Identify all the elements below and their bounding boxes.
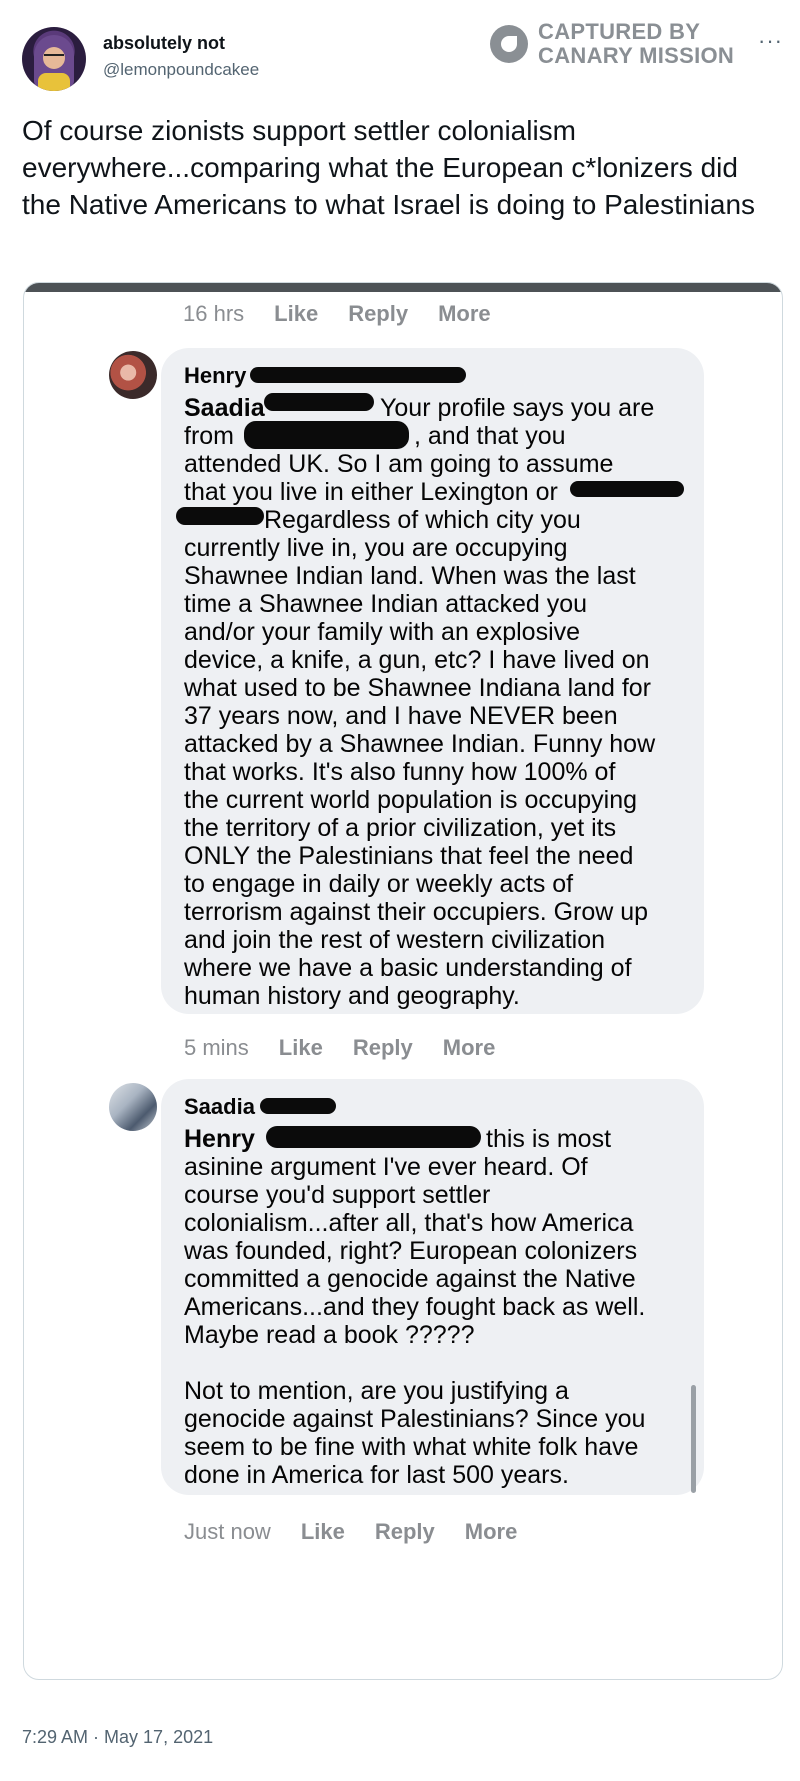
top-more-button[interactable]: More (438, 301, 491, 327)
henry-reply-button[interactable]: Reply (353, 1035, 413, 1061)
redaction-bar (264, 393, 374, 411)
more-dots-icon[interactable]: ··· (758, 28, 783, 54)
henry-line-17: ONLY the Palestinians that feel the need (184, 842, 634, 870)
henry-avatar[interactable] (109, 351, 157, 399)
saadia-like-button[interactable]: Like (301, 1519, 345, 1545)
watermark-text: CAPTURED BY CANARY MISSION (538, 20, 734, 68)
redaction-bar (266, 1126, 481, 1148)
saadia-more-button[interactable]: More (465, 1519, 518, 1545)
saadia-line-3: course you'd support settler (184, 1181, 491, 1209)
henry-line-13: attacked by a Shawnee Indian. Funny how (184, 730, 656, 758)
saadia-line-1-text: this is most (486, 1125, 612, 1153)
embedded-screenshot[interactable]: 16 hrs Like Reply More Henry Saadia Your… (23, 282, 783, 1680)
avatar-shirt (38, 73, 70, 91)
saadia-line-7: Americans...and they fought back as well… (184, 1293, 646, 1321)
saadia-comment-actions: Just now Like Reply More (184, 1519, 517, 1545)
watermark-line-1: CAPTURED BY (538, 19, 701, 44)
henry-line-10: device, a knife, a gun, etc? I have live… (184, 646, 650, 674)
henry-comment-actions: 5 mins Like Reply More (184, 1035, 495, 1061)
henry-line-4: that you live in either Lexington or (184, 478, 558, 506)
scrollbar-thumb[interactable] (691, 1385, 696, 1493)
henry-line-9: and/or your family with an explosive (184, 618, 581, 646)
henry-mention[interactable]: Saadia (184, 394, 265, 422)
saadia-line-5: was founded, right? European colonizers (184, 1237, 638, 1265)
redaction-bar (250, 367, 466, 383)
saadia-line-9: Not to mention, are you justifying a (184, 1377, 569, 1405)
henry-line-16: the territory of a prior civilization, y… (184, 814, 617, 842)
henry-line-7: Shawnee Indian land. When was the last (184, 562, 636, 590)
saadia-reply-button[interactable]: Reply (375, 1519, 435, 1545)
saadia-line-12: done in America for last 500 years. (184, 1461, 569, 1489)
henry-more-button[interactable]: More (443, 1035, 496, 1061)
henry-like-button[interactable]: Like (279, 1035, 323, 1061)
saadia-line-4: colonialism...after all, that's how Amer… (184, 1209, 634, 1237)
henry-line-2: from (184, 422, 234, 450)
author-handle[interactable]: @lemonpoundcakee (103, 60, 259, 80)
henry-line-1: Saadia (184, 393, 265, 424)
saadia-line-2: asinine argument I've ever heard. Of (184, 1153, 588, 1181)
henry-comment-time: 5 mins (184, 1035, 249, 1060)
henry-line-15: the current world population is occupyin… (184, 786, 638, 814)
saadia-comment-time: Just now (184, 1519, 271, 1544)
henry-line-19: terrorism against their occupiers. Grow … (184, 898, 649, 926)
henry-line-3: attended UK. So I am going to assume (184, 450, 614, 478)
henry-line-11: what used to be Shawnee Indiana land for (184, 674, 652, 702)
top-time: 16 hrs (183, 301, 245, 326)
saadia-line-6: committed a genocide against the Native (184, 1265, 636, 1293)
henry-line-14: that works. It's also funny how 100% of (184, 758, 616, 786)
canary-mission-watermark: CAPTURED BY CANARY MISSION (490, 20, 734, 68)
canary-bird-icon (490, 25, 528, 63)
saadia-line-10: genocide against Palestinians? Since you (184, 1405, 646, 1433)
henry-comment-author[interactable]: Henry (184, 363, 246, 389)
avatar-glasses (44, 54, 64, 59)
henry-line-8: time a Shawnee Indian attacked you (184, 590, 588, 618)
redaction-bar (244, 421, 409, 449)
top-actions: 16 hrs Like Reply More (183, 301, 491, 327)
henry-line-5: Regardless of which city you (264, 506, 581, 534)
saadia-mention[interactable]: Henry (184, 1125, 255, 1153)
saadia-line-11: seem to be fine with what white folk hav… (184, 1433, 639, 1461)
redaction-bar (176, 507, 264, 525)
top-reply-button[interactable]: Reply (348, 301, 408, 327)
saadia-avatar[interactable] (109, 1083, 157, 1131)
henry-line-6: currently live in, you are occupying (184, 534, 568, 562)
henry-line-12: 37 years now, and I have NEVER been (184, 702, 618, 730)
henry-line-20: and join the rest of western civilizatio… (184, 926, 606, 954)
henry-line-2-text: , and that you (414, 422, 566, 450)
henry-line-21: where we have a basic understanding of (184, 954, 632, 982)
top-like-button[interactable]: Like (274, 301, 318, 327)
henry-line-22: human history and geography. (184, 982, 520, 1010)
screenshot-top-bar (24, 283, 782, 292)
saadia-line-1: Henry (184, 1124, 255, 1155)
tweet-timestamp[interactable]: 7:29 AM · May 17, 2021 (22, 1727, 213, 1748)
redaction-bar (260, 1098, 336, 1114)
henry-line-18: to engage in daily or weekly acts of (184, 870, 574, 898)
watermark-line-2: CANARY MISSION (538, 43, 735, 68)
redaction-bar (570, 481, 684, 497)
author-display-name[interactable]: absolutely not (103, 33, 225, 54)
saadia-line-8: Maybe read a book ????? (184, 1321, 475, 1349)
author-avatar[interactable] (22, 27, 86, 91)
henry-line-1-text: Your profile says you are (380, 394, 655, 422)
saadia-comment-author[interactable]: Saadia (184, 1094, 255, 1120)
tweet-text: Of course zionists support settler colon… (22, 115, 756, 220)
